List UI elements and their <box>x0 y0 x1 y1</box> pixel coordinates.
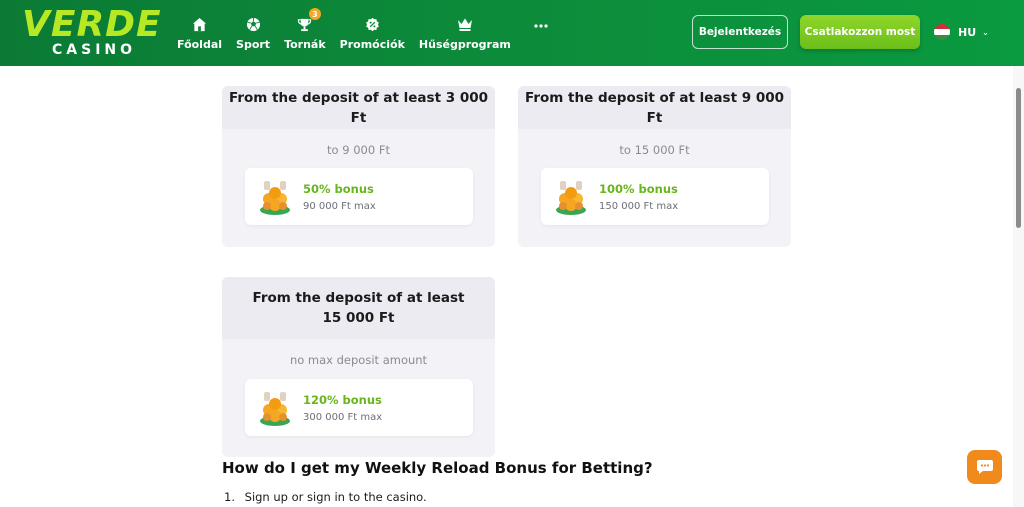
more-dots-icon <box>532 17 550 35</box>
nav-label-sport: Sport <box>236 38 271 51</box>
nav-item-promotions[interactable]: Promóciók <box>333 0 412 66</box>
nav-item-sport[interactable]: Sport <box>229 0 277 66</box>
deposit-tier-card: From the deposit of at least 3 000 Ft to… <box>222 86 495 247</box>
main-nav: Főoldal Sport 3 Tornák Promóciók Hűségpr… <box>170 0 564 66</box>
top-header: VERDE CASINO Főoldal Sport 3 Tornák Prom… <box>0 0 1024 66</box>
join-now-button[interactable]: Csatlakozzon most <box>800 15 920 49</box>
orange-fruit-basket-icon <box>260 391 290 426</box>
language-code: HU <box>958 25 977 39</box>
crown-icon <box>456 15 474 33</box>
chat-bubble-icon <box>976 460 993 474</box>
hungary-flag-icon <box>934 24 950 40</box>
scrollbar-thumb[interactable] <box>1016 88 1021 228</box>
page-scrollbar[interactable] <box>1013 66 1024 507</box>
nav-label-home: Főoldal <box>177 38 223 51</box>
orange-fruit-basket-icon <box>260 180 290 215</box>
bonus-box: 100% bonus 150 000 Ft max <box>541 168 769 225</box>
bonus-percent: 50% bonus <box>303 181 374 196</box>
deposit-tier-card: From the deposit of at least 15 000 Ft n… <box>222 277 495 457</box>
percent-icon <box>363 15 381 33</box>
step-number: 1. <box>224 490 235 504</box>
verde-casino-logo[interactable]: VERDE CASINO <box>22 6 164 60</box>
soccer-ball-icon <box>244 15 262 33</box>
bonus-text-group: 50% bonus 90 000 Ft max <box>303 182 376 212</box>
bonus-box: 120% bonus 300 000 Ft max <box>245 379 473 436</box>
nav-more-button[interactable] <box>518 0 564 66</box>
deposit-tier-title-line1: From the deposit of at least <box>252 290 465 306</box>
deposit-tier-title: From the deposit of at least 3 000 Ft <box>222 86 495 129</box>
bonus-percent: 120% bonus <box>303 392 382 407</box>
deposit-tier-range: no max deposit amount <box>289 353 428 367</box>
step-text: Sign up or sign in to the casino. <box>244 490 427 504</box>
deposit-tier-title: From the deposit of at least 9 000 Ft <box>518 86 791 129</box>
live-chat-button[interactable] <box>967 450 1002 484</box>
bonus-max-amount: 90 000 Ft max <box>303 200 376 212</box>
nav-item-tournaments[interactable]: 3 Tornák <box>277 0 333 66</box>
bonus-max-amount: 300 000 Ft max <box>303 411 383 423</box>
login-button[interactable]: Bejelentkezés <box>692 15 788 49</box>
bonus-text-group: 120% bonus 300 000 Ft max <box>303 393 382 423</box>
deposit-tier-title-line2: 15 000 Ft <box>322 310 395 326</box>
step-list-item: 1. Sign up or sign in to the casino. <box>224 490 427 504</box>
deposit-tier-range: to 9 000 Ft <box>327 143 390 157</box>
nav-label-promotions: Promóciók <box>339 38 405 51</box>
tournaments-count-badge: 3 <box>308 8 321 20</box>
nav-item-loyalty[interactable]: Hűségprogram <box>412 0 518 66</box>
chevron-down-icon: ⌄ <box>982 27 989 37</box>
bonus-text-group: 100% bonus 150 000 Ft max <box>599 182 678 212</box>
language-selector[interactable]: HU ⌄ <box>934 22 989 42</box>
home-icon <box>191 15 209 33</box>
deposit-tier-title: From the deposit of at least 15 000 Ft <box>222 277 495 339</box>
bonus-max-amount: 150 000 Ft max <box>599 200 679 212</box>
nav-label-tournaments: Tornák <box>284 38 326 51</box>
nav-label-loyalty: Hűségprogram <box>418 38 511 51</box>
bonus-box: 50% bonus 90 000 Ft max <box>245 168 473 225</box>
deposit-tier-card: From the deposit of at least 9 000 Ft to… <box>518 86 791 247</box>
deposit-tier-range: to 15 000 Ft <box>619 143 690 157</box>
logo-verde-text: VERDE <box>22 4 162 45</box>
orange-fruit-basket-icon <box>556 180 586 215</box>
logo-casino-text: CASINO <box>52 42 137 58</box>
bonus-percent: 100% bonus <box>599 181 678 196</box>
weekly-reload-heading: How do I get my Weekly Reload Bonus for … <box>222 459 653 477</box>
nav-item-home[interactable]: Főoldal <box>170 0 229 66</box>
